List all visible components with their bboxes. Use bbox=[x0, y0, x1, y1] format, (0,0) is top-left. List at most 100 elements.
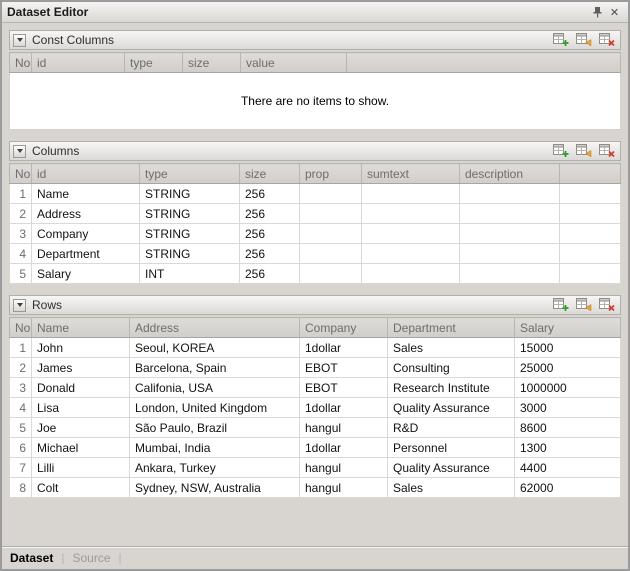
cell[interactable]: Sydney, NSW, Australia bbox=[130, 478, 300, 498]
table-row[interactable]: 1NameSTRING256 bbox=[10, 184, 621, 204]
table-row[interactable]: 3DonaldCalifonia, USAEBOTResearch Instit… bbox=[10, 378, 621, 398]
cell[interactable]: R&D bbox=[388, 418, 515, 438]
cell[interactable]: hangul bbox=[300, 458, 388, 478]
cell[interactable]: Consulting bbox=[388, 358, 515, 378]
cell[interactable]: 3 bbox=[10, 224, 32, 244]
cell[interactable]: 7 bbox=[10, 458, 32, 478]
cell[interactable]: 4 bbox=[10, 244, 32, 264]
column-header[interactable] bbox=[560, 164, 621, 184]
table-row[interactable]: 2JamesBarcelona, SpainEBOTConsulting2500… bbox=[10, 358, 621, 378]
cell[interactable]: 25000 bbox=[515, 358, 621, 378]
cell[interactable]: Mumbai, India bbox=[130, 438, 300, 458]
cell[interactable]: 3 bbox=[10, 378, 32, 398]
cell[interactable] bbox=[560, 224, 621, 244]
collapse-icon[interactable] bbox=[13, 299, 26, 312]
cell[interactable]: Sales bbox=[388, 478, 515, 498]
cell[interactable]: 3000 bbox=[515, 398, 621, 418]
cell[interactable] bbox=[460, 244, 560, 264]
cell[interactable]: Lisa bbox=[32, 398, 130, 418]
cell[interactable]: 2 bbox=[10, 358, 32, 378]
column-header[interactable]: description bbox=[460, 164, 560, 184]
cell[interactable]: 256 bbox=[240, 184, 300, 204]
cell[interactable] bbox=[460, 184, 560, 204]
cell[interactable]: 1300 bbox=[515, 438, 621, 458]
add-row-button[interactable] bbox=[552, 144, 569, 159]
cell[interactable]: 256 bbox=[240, 204, 300, 224]
column-header[interactable]: prop bbox=[300, 164, 362, 184]
cell[interactable]: São Paulo, Brazil bbox=[130, 418, 300, 438]
table-row[interactable]: 2AddressSTRING256 bbox=[10, 204, 621, 224]
tab-dataset[interactable]: Dataset bbox=[10, 551, 53, 565]
delete-row-button[interactable] bbox=[598, 33, 615, 48]
cell[interactable]: STRING bbox=[140, 224, 240, 244]
collapse-icon[interactable] bbox=[13, 145, 26, 158]
cell[interactable]: 1dollar bbox=[300, 398, 388, 418]
cell[interactable]: 256 bbox=[240, 264, 300, 284]
cell[interactable]: Michael bbox=[32, 438, 130, 458]
cell[interactable]: 8600 bbox=[515, 418, 621, 438]
columns-section-header[interactable]: Columns bbox=[9, 141, 621, 161]
cell[interactable]: 15000 bbox=[515, 338, 621, 358]
cell[interactable] bbox=[300, 264, 362, 284]
column-header[interactable]: size bbox=[183, 53, 241, 73]
cell[interactable] bbox=[300, 224, 362, 244]
add-row-button[interactable] bbox=[552, 33, 569, 48]
cell[interactable]: 8 bbox=[10, 478, 32, 498]
cell[interactable] bbox=[362, 264, 460, 284]
cell[interactable]: James bbox=[32, 358, 130, 378]
cell[interactable]: 256 bbox=[240, 244, 300, 264]
column-header[interactable]: Company bbox=[300, 318, 388, 338]
cell[interactable]: 4400 bbox=[515, 458, 621, 478]
column-header[interactable]: Salary bbox=[515, 318, 621, 338]
table-row[interactable]: 4LisaLondon, United Kingdom1dollarQualit… bbox=[10, 398, 621, 418]
cell[interactable]: Name bbox=[32, 184, 140, 204]
cell[interactable]: Barcelona, Spain bbox=[130, 358, 300, 378]
cell[interactable]: 2 bbox=[10, 204, 32, 224]
cell[interactable]: Califonia, USA bbox=[130, 378, 300, 398]
column-header[interactable]: Address bbox=[130, 318, 300, 338]
cell[interactable]: Address bbox=[32, 204, 140, 224]
column-header[interactable]: type bbox=[125, 53, 183, 73]
column-header[interactable]: type bbox=[140, 164, 240, 184]
table-row[interactable]: 4DepartmentSTRING256 bbox=[10, 244, 621, 264]
delete-row-button[interactable] bbox=[598, 298, 615, 313]
table-row[interactable]: 6MichaelMumbai, India1dollarPersonnel130… bbox=[10, 438, 621, 458]
insert-row-button[interactable] bbox=[575, 33, 592, 48]
table-row[interactable]: 8ColtSydney, NSW, AustraliahangulSales62… bbox=[10, 478, 621, 498]
cell[interactable]: EBOT bbox=[300, 378, 388, 398]
cell[interactable]: STRING bbox=[140, 244, 240, 264]
cell[interactable]: Salary bbox=[32, 264, 140, 284]
cell[interactable] bbox=[560, 184, 621, 204]
cell[interactable]: 1dollar bbox=[300, 338, 388, 358]
cell[interactable]: London, United Kingdom bbox=[130, 398, 300, 418]
table-row[interactable]: 3CompanySTRING256 bbox=[10, 224, 621, 244]
cell[interactable]: John bbox=[32, 338, 130, 358]
cell[interactable]: hangul bbox=[300, 478, 388, 498]
table-row[interactable]: 5SalaryINT256 bbox=[10, 264, 621, 284]
cell[interactable]: Lilli bbox=[32, 458, 130, 478]
cell[interactable]: Sales bbox=[388, 338, 515, 358]
column-header[interactable]: id bbox=[32, 164, 140, 184]
cell[interactable]: EBOT bbox=[300, 358, 388, 378]
cell[interactable]: hangul bbox=[300, 418, 388, 438]
cell[interactable]: INT bbox=[140, 264, 240, 284]
cell[interactable]: 256 bbox=[240, 224, 300, 244]
insert-row-button[interactable] bbox=[575, 298, 592, 313]
cell[interactable]: Quality Assurance bbox=[388, 398, 515, 418]
cell[interactable]: Seoul, KOREA bbox=[130, 338, 300, 358]
column-header[interactable]: id bbox=[32, 53, 125, 73]
cell[interactable]: Research Institute bbox=[388, 378, 515, 398]
pin-button[interactable] bbox=[589, 4, 606, 20]
cell[interactable]: 4 bbox=[10, 398, 32, 418]
table-row[interactable]: 1JohnSeoul, KOREA1dollarSales15000 bbox=[10, 338, 621, 358]
cell[interactable]: 1dollar bbox=[300, 438, 388, 458]
cell[interactable] bbox=[560, 264, 621, 284]
cell[interactable]: 62000 bbox=[515, 478, 621, 498]
insert-row-button[interactable] bbox=[575, 144, 592, 159]
cell[interactable] bbox=[362, 224, 460, 244]
column-header[interactable]: value bbox=[241, 53, 347, 73]
cell[interactable] bbox=[560, 204, 621, 224]
column-header[interactable] bbox=[347, 53, 621, 73]
column-header[interactable]: sumtext bbox=[362, 164, 460, 184]
rows-section-header[interactable]: Rows bbox=[9, 295, 621, 315]
